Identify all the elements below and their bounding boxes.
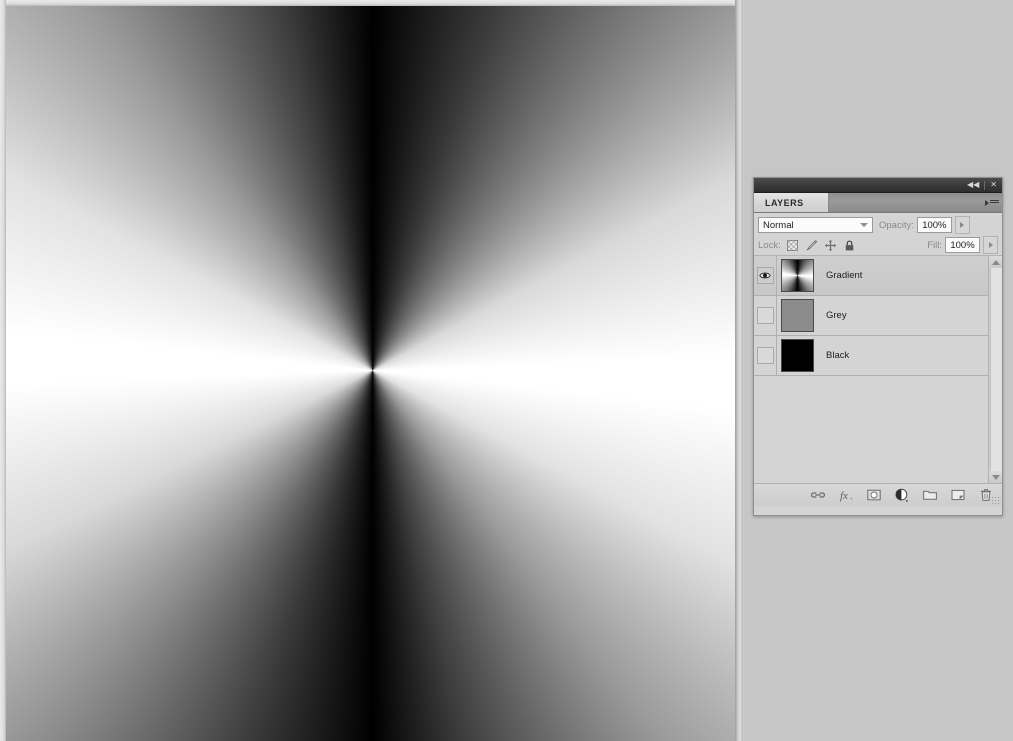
menu-line	[990, 199, 999, 201]
table-row[interactable]: Grey	[754, 296, 1002, 336]
eye-icon	[759, 272, 771, 279]
layer-mask-icon[interactable]	[866, 487, 882, 503]
chevron-down-icon	[860, 223, 868, 227]
layers-panel-footer: fx	[754, 484, 1002, 506]
layer-thumbnail[interactable]	[781, 339, 814, 372]
opacity-control[interactable]: Opacity: 100%	[879, 216, 970, 234]
tab-layers-label: LAYERS	[765, 197, 804, 208]
table-row[interactable]: Black	[754, 336, 1002, 376]
new-layer-icon[interactable]	[950, 487, 966, 503]
layer-thumbnail[interactable]	[781, 259, 814, 292]
lock-all-icon[interactable]	[843, 239, 856, 252]
layer-style-fx-icon[interactable]: fx	[838, 487, 854, 503]
opacity-slider-arrow-icon[interactable]	[954, 216, 970, 234]
visibility-toggle[interactable]	[756, 307, 774, 324]
layers-panel[interactable]: ◀◀ ✕ LAYERS Normal Opacity: 100% Lock: F…	[753, 177, 1003, 516]
scroll-down-arrow[interactable]	[989, 471, 1002, 483]
canvas-artwork-angle-gradient[interactable]	[6, 6, 735, 741]
table-row[interactable]: Gradient	[754, 256, 1002, 296]
lock-image-pixels-icon[interactable]	[805, 239, 818, 252]
panel-tabstrip[interactable]: LAYERS	[754, 193, 1002, 213]
panel-menu-icon[interactable]	[985, 196, 999, 209]
resize-grip-icon[interactable]	[991, 496, 1000, 505]
fill-label: Fill:	[927, 239, 942, 251]
layer-list-scrollbar[interactable]	[988, 256, 1002, 483]
fill-slider-arrow-icon[interactable]	[983, 236, 998, 254]
opacity-input[interactable]: 100%	[916, 217, 952, 233]
layer-list[interactable]: Gradient Grey Black	[754, 256, 1002, 484]
lock-fill-row: Lock: Fill: 100%	[754, 235, 1002, 256]
new-group-icon[interactable]	[922, 487, 938, 503]
blend-mode-value: Normal	[763, 219, 794, 231]
opacity-label: Opacity:	[879, 219, 914, 231]
layer-name-label[interactable]: Grey	[826, 310, 847, 321]
lock-position-icon[interactable]	[824, 239, 837, 252]
layer-visibility-cell[interactable]	[754, 296, 777, 335]
document-window[interactable]	[0, 0, 741, 741]
document-window-right-edge	[735, 0, 741, 741]
blend-opacity-row: Normal Opacity: 100%	[754, 213, 1002, 235]
collapse-to-icons-icon[interactable]: ◀◀	[964, 180, 982, 190]
fill-control[interactable]: Fill: 100%	[927, 236, 998, 254]
layer-visibility-cell[interactable]	[754, 336, 777, 375]
lock-buttons-group	[786, 239, 856, 252]
layer-visibility-cell[interactable]	[754, 256, 777, 295]
visibility-toggle[interactable]	[756, 267, 774, 284]
menu-line	[990, 202, 999, 203]
visibility-toggle[interactable]	[756, 347, 774, 364]
scrollbar-track[interactable]	[990, 268, 1002, 471]
layer-name-label[interactable]: Gradient	[826, 270, 862, 281]
tab-layers[interactable]: LAYERS	[754, 193, 829, 212]
fill-input[interactable]: 100%	[945, 237, 980, 253]
titlebar-separator	[984, 180, 986, 190]
layer-thumbnail[interactable]	[781, 299, 814, 332]
panel-titlebar-controls: ◀◀ ✕	[964, 178, 1000, 192]
adjustment-layer-icon[interactable]	[894, 487, 910, 503]
link-layers-icon[interactable]	[810, 487, 826, 503]
scroll-up-arrow[interactable]	[989, 256, 1002, 268]
lock-transparent-pixels-icon[interactable]	[786, 239, 799, 252]
blend-mode-select[interactable]: Normal	[758, 217, 873, 233]
panel-menu-triangle	[985, 200, 989, 206]
close-icon[interactable]: ✕	[987, 180, 1000, 190]
panel-titlebar[interactable]: ◀◀ ✕	[754, 178, 1002, 193]
svg-text:fx: fx	[840, 490, 848, 502]
lock-label: Lock:	[758, 239, 781, 251]
layer-name-label[interactable]: Black	[826, 350, 849, 361]
